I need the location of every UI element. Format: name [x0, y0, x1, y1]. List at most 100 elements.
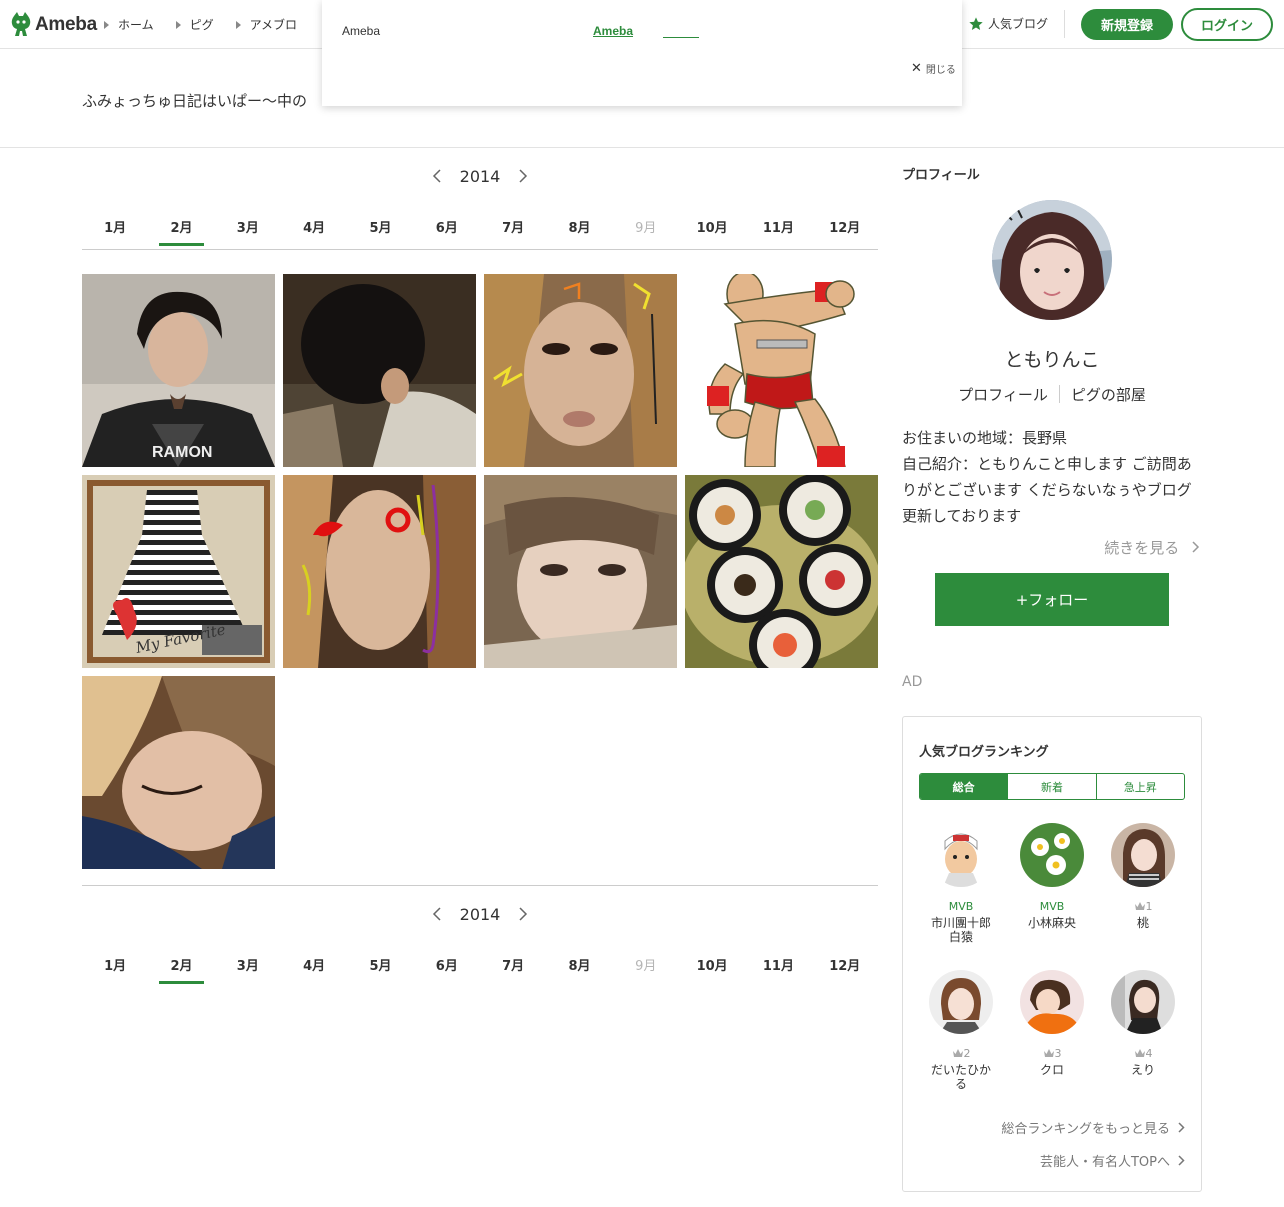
month-tab[interactable]: 5月	[347, 213, 413, 241]
month-tab[interactable]: 1月	[82, 213, 148, 241]
month-tab[interactable]: 4月	[281, 951, 347, 979]
month-tab[interactable]: 6月	[414, 951, 480, 979]
month-tabs-divider-top	[82, 249, 878, 250]
photo-girl-doodle	[484, 274, 677, 467]
ranking-item[interactable]: MVB 市川團十郎 白猿	[917, 823, 1005, 944]
month-tab[interactable]: 1月	[82, 951, 148, 979]
chevron-right-icon	[1178, 1155, 1185, 1166]
month-tab[interactable]: 12月	[812, 951, 878, 979]
ranking-item[interactable]: 2 だいたひか る	[917, 970, 1005, 1091]
image-thumb[interactable]: RAMON	[82, 274, 275, 467]
next-year-button[interactable]	[512, 165, 534, 187]
month-tab[interactable]: 6月	[414, 213, 480, 241]
profile-links-divider	[1058, 385, 1060, 403]
popup-close-label: 閉じる	[925, 65, 956, 76]
chevron-right-icon	[1178, 1122, 1185, 1133]
popup-ameba-link[interactable]: Ameba	[593, 24, 633, 38]
month-tab: 9月	[635, 221, 657, 236]
read-more-label: 続きを見る	[1104, 539, 1180, 557]
popular-blog-label: 人気ブログ	[988, 17, 1049, 31]
rank-badge-text: MVB	[1039, 899, 1065, 913]
crown-icon	[952, 1049, 963, 1057]
blog-title[interactable]: ふみょっちゅ日記はいぱー〜中の	[82, 90, 307, 111]
month-tab[interactable]: 10月	[679, 213, 745, 241]
star-icon	[969, 16, 983, 30]
photo-man-portrait: RAMON	[82, 274, 275, 467]
ranking-blogger-name: 市川團十郎 白猿	[930, 916, 991, 944]
image-thumb[interactable]	[484, 274, 677, 467]
month-tab[interactable]: 12月	[812, 213, 878, 241]
ranking-blogger-name: だいたひか る	[930, 1063, 991, 1091]
close-icon: ✕	[911, 61, 922, 76]
month-tab: 9月	[635, 959, 657, 974]
ranking-item[interactable]: 1桃	[1099, 823, 1187, 930]
grid-bottom-divider	[82, 885, 878, 886]
month-tab[interactable]: 11月	[745, 213, 811, 241]
ranking-item[interactable]: 3 クロ	[1008, 970, 1096, 1077]
login-button[interactable]: ログイン	[1181, 8, 1273, 41]
header-divider	[1064, 10, 1065, 38]
year-nav-bottom: 2014	[82, 903, 878, 925]
read-more-link[interactable]: 続きを見る	[902, 537, 1200, 558]
popup-text: Ameba	[342, 24, 381, 38]
profile-avatar[interactable]	[992, 200, 1112, 320]
month-tab[interactable]: 2月	[148, 951, 214, 984]
image-thumb[interactable]	[82, 676, 275, 869]
month-tab[interactable]: 8月	[546, 213, 612, 241]
image-thumb[interactable]	[283, 475, 476, 668]
image-thumb[interactable]	[685, 274, 878, 467]
profile-nickname[interactable]: ともりんこ	[902, 345, 1202, 372]
nav-pigg[interactable]: ピグ	[175, 16, 214, 33]
image-thumb[interactable]	[484, 475, 677, 668]
image-thumb[interactable]: My Favorite	[82, 475, 275, 668]
prev-year-button[interactable]	[426, 903, 448, 925]
ranking-tab-rising[interactable]: 急上昇	[1095, 774, 1184, 799]
ranking-tabs: 総合 新着 急上昇	[919, 773, 1185, 800]
celebrity-top-link[interactable]: 芸能人・有名人TOPへ	[1040, 1151, 1185, 1170]
month-tab[interactable]: 4月	[281, 213, 347, 241]
popup-close-button[interactable]: ✕ 閉じる	[911, 61, 956, 76]
ranking-item[interactable]: MVB 小林麻央	[1008, 823, 1096, 930]
image-thumb[interactable]	[685, 475, 878, 668]
month-tab[interactable]: 11月	[745, 951, 811, 979]
image-thumb[interactable]	[283, 274, 476, 467]
rank-badge-text: 1	[1145, 899, 1153, 913]
month-tab[interactable]: 10月	[679, 951, 745, 979]
month-tab[interactable]: 5月	[347, 951, 413, 979]
month-tab[interactable]: 8月	[546, 951, 612, 979]
pigg-room-link[interactable]: ピグの部屋	[1071, 384, 1146, 405]
photo-girl-doodle-2	[283, 475, 476, 668]
month-tab[interactable]: 7月	[480, 213, 546, 241]
month-tab[interactable]: 3月	[215, 951, 281, 979]
next-year-button[interactable]	[512, 903, 534, 925]
profile-link[interactable]: プロフィール	[958, 384, 1048, 405]
popup-secondary-link[interactable]	[663, 24, 699, 38]
month-tab[interactable]: 2月	[148, 213, 214, 246]
ranking-tab-overall[interactable]: 総合	[920, 774, 1008, 799]
photo-sushi-rolls	[685, 475, 878, 668]
profile-links: プロフィール ピグの部屋	[902, 384, 1202, 405]
notice-popup: Ameba Ameba ✕ 閉じる	[322, 0, 962, 106]
ranking-tab-new[interactable]: 新着	[1007, 774, 1095, 799]
nav-home[interactable]: ホーム	[104, 16, 154, 33]
rank-badge-text: 4	[1145, 1046, 1153, 1060]
signup-button[interactable]: 新規登録	[1081, 9, 1173, 40]
chevron-right-icon	[1192, 541, 1200, 553]
mvb-badge: MVB	[1008, 899, 1096, 913]
nav-ameblo[interactable]: アメブロ	[235, 16, 297, 33]
follow-button[interactable]: +フォロー	[935, 573, 1169, 626]
global-nav: ホーム ピグ アメブロ	[104, 16, 319, 33]
ranking-item[interactable]: 4 えり	[1099, 970, 1187, 1077]
month-tab[interactable]: 7月	[480, 951, 546, 979]
popular-blog-link[interactable]: 人気ブログ	[968, 15, 1048, 32]
profile-location: お住まいの地域：長野県	[902, 429, 1068, 447]
photo-girl-looking-down	[82, 676, 275, 869]
ameba-logo[interactable]: Ameba	[11, 11, 97, 39]
prev-year-button[interactable]	[426, 165, 448, 187]
ranking-more-label: 総合ランキングをもっと見る	[1001, 1122, 1170, 1137]
ranking-more-link[interactable]: 総合ランキングをもっと見る	[1001, 1118, 1185, 1137]
ranking-avatar	[929, 970, 993, 1034]
year-label: 2014	[459, 904, 501, 924]
crown-icon	[1134, 902, 1145, 910]
month-tab[interactable]: 3月	[215, 213, 281, 241]
